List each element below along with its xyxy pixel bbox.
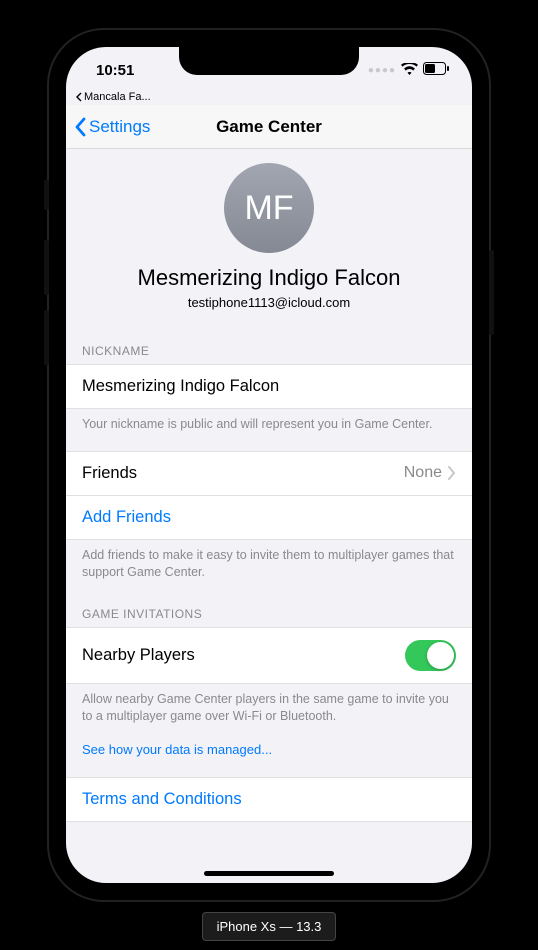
nearby-players-label: Nearby Players — [82, 646, 195, 665]
invitations-header: GAME INVITATIONS — [66, 591, 472, 627]
carrier-dots-icon: ●●●● — [368, 65, 396, 76]
add-friends-label: Add Friends — [82, 508, 171, 527]
terms-label: Terms and Conditions — [82, 790, 242, 809]
chevron-left-icon — [74, 117, 86, 137]
screen: 10:51 ●●●● Mancala Fa... Settings Game C… — [66, 47, 472, 883]
nickname-header: NICKNAME — [66, 328, 472, 364]
back-label: Settings — [89, 117, 150, 137]
data-managed-link[interactable]: See how your data is managed... — [66, 734, 472, 763]
battery-icon — [423, 62, 450, 79]
device-label: iPhone Xs — 13.3 — [202, 912, 337, 941]
back-button[interactable]: Settings — [74, 117, 150, 137]
terms-cell[interactable]: Terms and Conditions — [66, 777, 472, 822]
home-indicator[interactable] — [204, 871, 334, 876]
nearby-players-cell: Nearby Players — [66, 627, 472, 684]
power-button — [489, 250, 494, 335]
volume-up — [44, 240, 49, 295]
friends-cell[interactable]: Friends None — [66, 451, 472, 496]
breadcrumb-label: Mancala Fa... — [84, 91, 151, 103]
status-time: 10:51 — [96, 62, 134, 79]
nearby-players-toggle[interactable] — [405, 640, 456, 671]
notch — [179, 47, 359, 75]
phone-frame: 10:51 ●●●● Mancala Fa... Settings Game C… — [49, 30, 489, 900]
avatar-initials: MF — [244, 189, 293, 228]
chevron-right-icon — [448, 466, 456, 480]
nickname-cell[interactable]: Mesmerizing Indigo Falcon — [66, 364, 472, 409]
add-friends-cell[interactable]: Add Friends — [66, 496, 472, 540]
profile-section: MF Mesmerizing Indigo Falcon testiphone1… — [66, 149, 472, 328]
nickname-footer: Your nickname is public and will represe… — [66, 409, 472, 443]
nickname-value: Mesmerizing Indigo Falcon — [82, 377, 279, 396]
profile-email: testiphone1113@icloud.com — [82, 295, 456, 310]
friends-footer: Add friends to make it easy to invite th… — [66, 540, 472, 591]
wifi-icon — [401, 62, 418, 79]
breadcrumb-back-icon — [74, 92, 84, 102]
profile-name: Mesmerizing Indigo Falcon — [82, 265, 456, 291]
silent-switch — [44, 180, 49, 210]
invitations-footer: Allow nearby Game Center players in the … — [66, 684, 472, 735]
avatar[interactable]: MF — [224, 163, 314, 253]
content: MF Mesmerizing Indigo Falcon testiphone1… — [66, 149, 472, 883]
volume-down — [44, 310, 49, 365]
friends-label: Friends — [82, 464, 137, 483]
nav-bar: Settings Game Center — [66, 105, 472, 149]
breadcrumb[interactable]: Mancala Fa... — [66, 91, 472, 105]
friends-value: None — [404, 464, 442, 482]
